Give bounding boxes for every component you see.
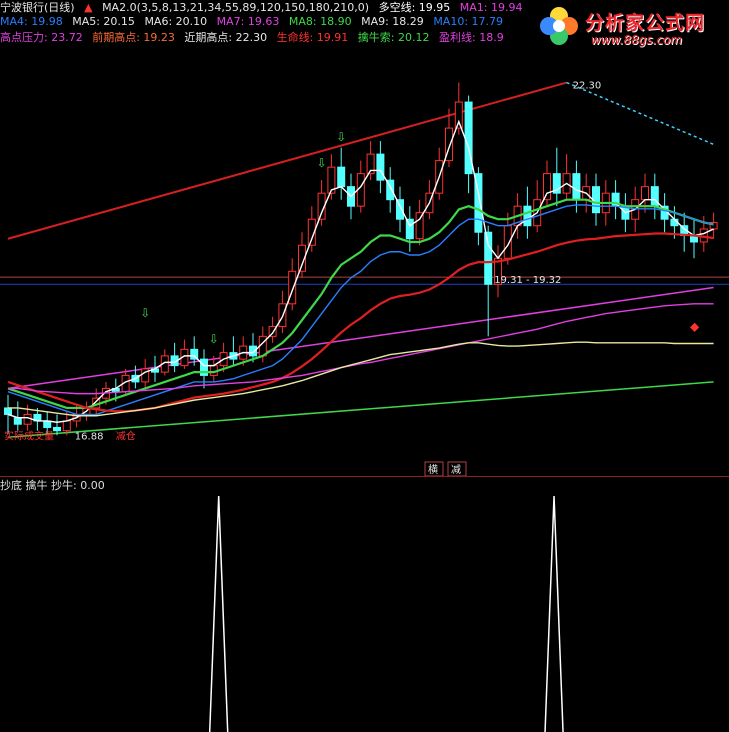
candle-body [650,186,659,207]
logo-title: 分析家公式网 [585,12,706,34]
candle-body [641,186,649,201]
logo-url: www.88gs.com [591,33,683,47]
range-label: 19.31 - 19.32 [494,275,561,286]
green-arrow-icon: ⇩ [317,156,327,170]
jinqi-value: 近期高点: 22.30 [184,31,268,44]
ma-line [7,198,714,410]
yingli-value: 盈利线: 18.9 [439,31,504,44]
candle-body [503,225,512,259]
candle-body [62,420,71,432]
peak-label: 22.30 [573,81,602,92]
red-diamond-icon: ◆ [690,320,700,334]
signal-spike [208,495,229,732]
candle-body [13,417,22,425]
candle-body [523,205,532,227]
header-line-2: MA4: 19.98 MA5: 20.15 MA6: 20.10 MA7: 19… [0,14,509,30]
bottom-box-right-label: 减 [451,464,461,476]
ma10-value: MA10: 17.79 [433,15,504,28]
ma7-value: MA7: 19.63 [216,15,280,28]
candle-body [464,101,473,175]
green-arrow-icon: ⇩ [209,332,219,346]
site-logo: 分析家公式网 www.88gs.com [535,4,725,50]
candle-body [543,173,551,201]
candle-body [415,212,424,240]
candle-body [572,173,581,201]
candle-body [23,413,32,425]
duokong-value: 多空线: 19.95 [378,1,451,14]
qinniusuo-value: 擒牛索: 20.12 [357,31,430,44]
panel-divider [0,476,729,477]
trend-line [566,81,714,146]
signal-spike [544,495,564,732]
left-tag: 实际成交量 [4,429,54,442]
candle-body [337,166,346,188]
green-arrow-icon: ⇩ [140,306,150,320]
ma9-value: MA9: 18.29 [361,15,424,28]
indicator-name[interactable]: MA2.0(3,5,8,13,21,34,55,89,120,150,180,2… [102,1,369,14]
arrow-up-icon: ▲ [84,1,93,14]
shengming-value: 生命线: 19.91 [276,31,349,44]
header-line-3: 高点压力: 23.72 前期高点: 19.23 近期高点: 22.30 生命线:… [0,30,510,46]
ma4-value: MA4: 19.98 [0,15,63,28]
candle-body [4,407,12,415]
bottom-box-left-label: 横 [428,463,438,476]
candle-body [376,153,385,181]
ma-line [7,232,714,413]
green-arrow-icon: ⇩ [336,130,346,144]
ma8-value: MA8: 18.90 [288,15,352,28]
qiqi-value: 前期高点: 19.23 [92,31,175,44]
ma1-value: MA1: 19.94 [459,1,523,14]
chart-window: 22.30 19.31 - 19.32 16.88 实际成交量 减仓横 减 ⇩ ⇩ ⇩ ⇩ ◆ 宁波… [0,0,729,732]
indicator-subpanel[interactable] [0,478,729,732]
price-chart[interactable]: 22.30 19.31 - 19.32 16.88 实际成交量 减仓横 减 ⇩ ⇩ ⇩ ⇩ ◆ [0,0,729,478]
ma-line [8,341,714,417]
stock-title[interactable]: 宁波银行(日线) [0,1,75,14]
ma6-value: MA6: 20.10 [144,15,208,28]
candle-body [53,426,61,432]
candle-body [454,101,463,129]
trend-line [7,286,714,390]
low-label: 16.88 [75,431,104,442]
flower-icon [540,7,578,45]
ma5-value: MA5: 20.15 [72,15,135,28]
gaodian-value: 高点压力: 23.72 [0,31,83,44]
right-tag: 减仓 [116,429,136,442]
candle-body [484,231,493,285]
